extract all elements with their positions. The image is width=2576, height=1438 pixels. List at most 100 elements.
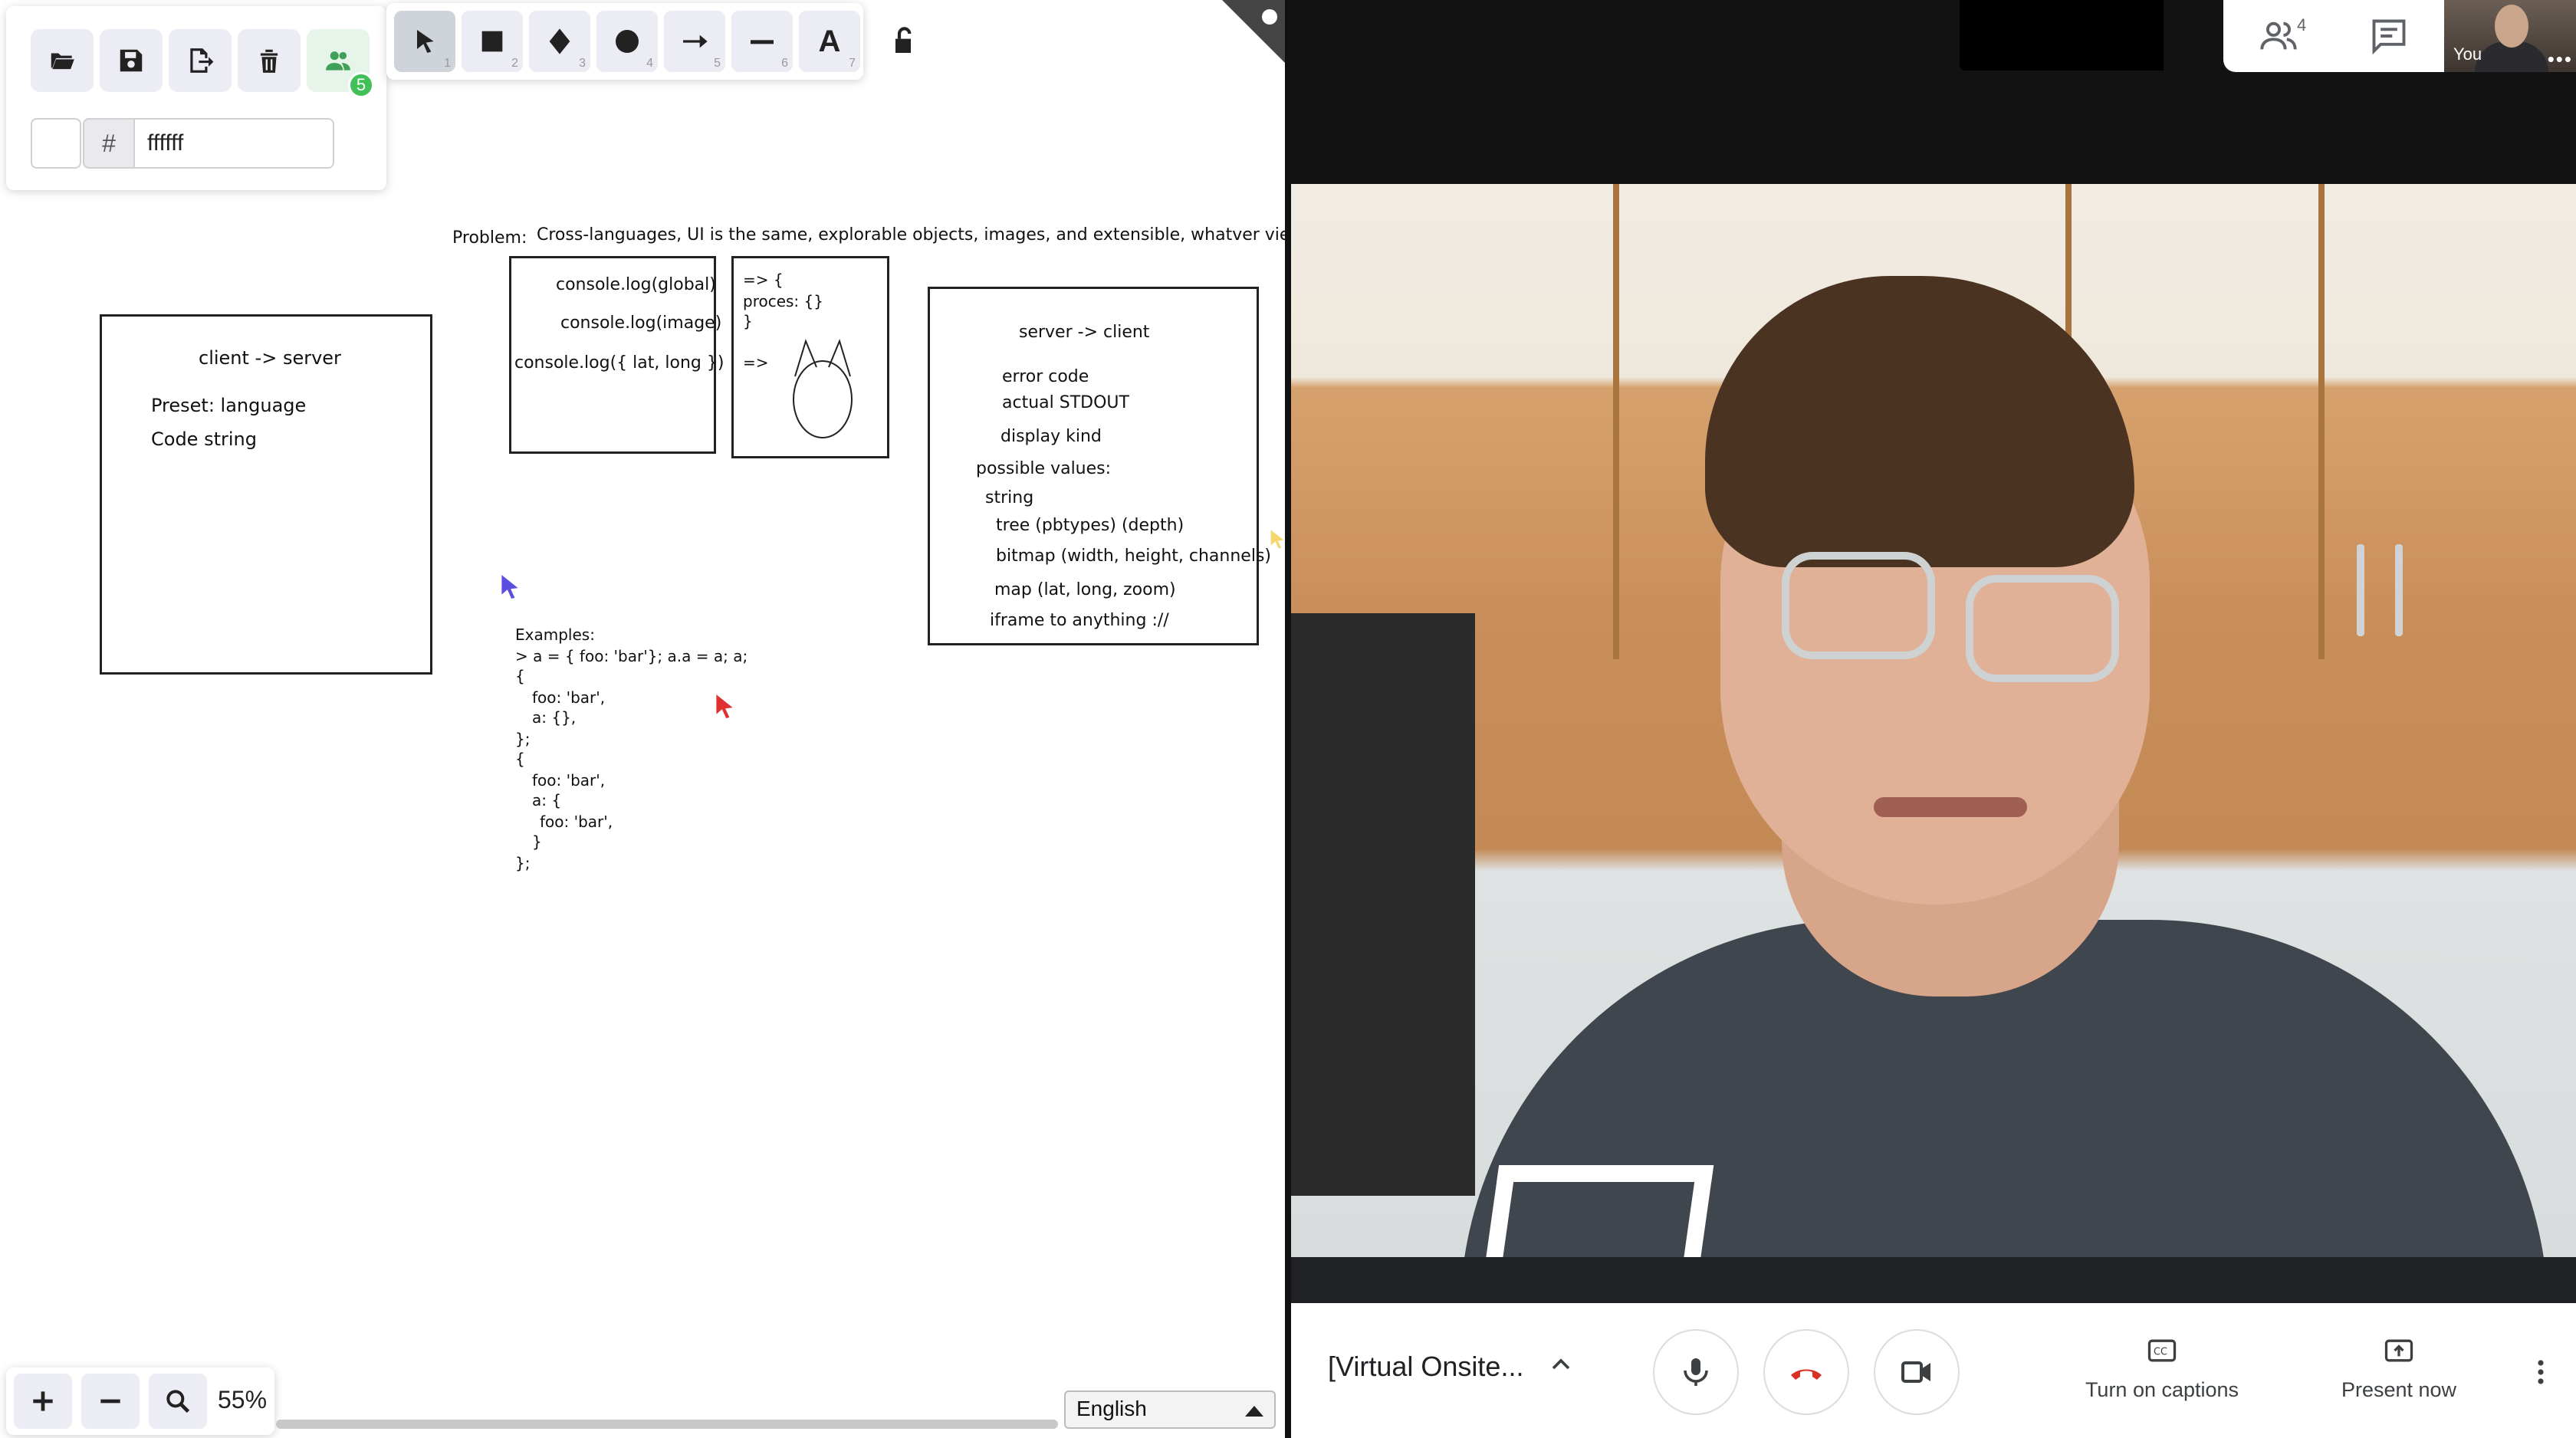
chat-button[interactable]: [2334, 0, 2444, 72]
rectangle-tool[interactable]: 2: [462, 11, 523, 72]
self-view-face: [2495, 5, 2528, 48]
horizontal-scrollbar[interactable]: [276, 1420, 1058, 1429]
glasses-lens: [1782, 552, 1935, 659]
video-call-window: 4 You ••• [Virtual Onsite... CC Turn on …: [1291, 0, 2576, 1438]
console-examples-box[interactable]: console.log(global) console.log(image) c…: [509, 256, 724, 454]
box-line: map (lat, long, zoom): [994, 580, 1176, 599]
top-bar: 4 You •••: [1291, 0, 2576, 184]
cabinet-handle: [2357, 544, 2364, 636]
shortcut-key: 1: [444, 57, 451, 70]
video-camera-icon: [1901, 1361, 1930, 1383]
example-line: a: {: [532, 791, 562, 809]
reset-zoom-button[interactable]: [149, 1374, 207, 1429]
minus-icon: [100, 1399, 120, 1404]
whiteboard[interactable]: 5 # 1 2 3 4 5 6 A: [0, 0, 1285, 1438]
text-tool-glyph: A: [818, 24, 841, 58]
camera-button[interactable]: [1874, 1329, 1960, 1415]
plus-icon: [33, 1391, 53, 1411]
arrow-tool[interactable]: 5: [664, 11, 725, 72]
background-color-hex-input[interactable]: [133, 118, 334, 169]
box-line: error code: [1002, 367, 1089, 386]
text-tool[interactable]: A 7: [799, 11, 860, 72]
diamond-tool[interactable]: 3: [529, 11, 590, 72]
open-file-button[interactable]: [31, 29, 94, 92]
language-selected-value: English: [1076, 1397, 1147, 1420]
appliance-shape: [1291, 613, 1475, 1196]
shortcut-key: 2: [511, 57, 518, 70]
server-to-client-box[interactable]: server -> client error code actual STDOU…: [928, 287, 1271, 645]
problem-text: Cross-languages, UI is the same, explora…: [537, 225, 1285, 245]
background-color-swatch[interactable]: [31, 118, 81, 169]
cabinet-handle: [2395, 544, 2403, 636]
collaborate-button[interactable]: 5: [307, 29, 374, 98]
save-button[interactable]: [100, 29, 163, 92]
shortcut-key: 3: [579, 57, 586, 70]
shortcut-key: 4: [646, 57, 653, 70]
svg-text:CC: CC: [2154, 1347, 2167, 1358]
example-line: }: [532, 832, 542, 851]
export-button[interactable]: [169, 29, 232, 92]
box-line: Code string: [151, 428, 257, 450]
shirt-logo: [1481, 1165, 1714, 1257]
example-line: foo: 'bar',: [532, 688, 606, 707]
lock-tool-button[interactable]: [880, 18, 926, 64]
microphone-button[interactable]: [1653, 1329, 1739, 1415]
diamond-icon: [549, 28, 570, 54]
meeting-title[interactable]: [Virtual Onsite...: [1328, 1351, 1523, 1383]
box-title: server -> client: [1019, 323, 1150, 342]
box-line: }: [743, 312, 753, 330]
box-line: =>: [743, 353, 769, 372]
zoom-in-button[interactable]: [14, 1374, 72, 1429]
shortcut-key: 5: [714, 57, 721, 70]
presenter-tile: [1960, 0, 2164, 71]
clear-canvas-button[interactable]: [238, 29, 301, 92]
example-line: };: [515, 854, 531, 872]
box-line: => {: [743, 271, 784, 289]
collaborator-count-badge: 5: [348, 72, 374, 98]
rectangle-icon: [481, 31, 503, 52]
show-participants-button[interactable]: 4: [2223, 0, 2334, 72]
arrow-right-icon: [683, 34, 708, 48]
captions-label: Turn on captions: [2085, 1378, 2239, 1401]
shape-tools-panel: 1 2 3 4 5 6 A 7: [386, 3, 863, 80]
trash-icon: [260, 49, 278, 73]
box-line: console.log(global): [556, 275, 716, 294]
cursor-arrow-icon: [417, 30, 434, 53]
people-icon: [326, 51, 350, 71]
selection-tool[interactable]: 1: [394, 11, 455, 72]
client-to-server-box[interactable]: client -> server Preset: language Code s…: [100, 314, 432, 675]
example-line: {: [515, 667, 525, 685]
cabinet-seam: [1613, 184, 1619, 659]
zoom-out-button[interactable]: [81, 1374, 140, 1429]
hang-up-button[interactable]: [1763, 1329, 1849, 1415]
ellipse-tool[interactable]: 4: [596, 11, 658, 72]
cat-sketch-icon: [793, 339, 853, 438]
example-line: Examples:: [515, 625, 595, 644]
participant-count: 4: [2297, 15, 2307, 34]
console-output-box[interactable]: => { proces: {} } =>: [731, 256, 889, 458]
microphone-icon: [1684, 1358, 1708, 1386]
collaborator-cursor-icon: [716, 694, 733, 718]
example-line: };: [515, 730, 531, 748]
self-view-more-icon[interactable]: •••: [2548, 48, 2573, 71]
collaborator-cursor-icon: [1270, 530, 1284, 549]
example-line: foo: 'bar',: [540, 813, 613, 831]
more-options-button[interactable]: [2525, 1349, 2556, 1395]
file-menu-panel: 5 #: [6, 6, 386, 190]
chevron-up-icon[interactable]: [1546, 1349, 1576, 1380]
line-icon: [751, 40, 774, 44]
self-view-tile[interactable]: You •••: [2444, 0, 2576, 72]
ellipse-icon: [616, 30, 639, 53]
captions-button[interactable]: CC Turn on captions: [2047, 1334, 2277, 1402]
export-icon: [190, 48, 214, 73]
shortcut-key: 7: [849, 57, 856, 70]
box-line: console.log({ lat, long }): [514, 353, 724, 373]
magnifier-reset-icon: [166, 1390, 190, 1413]
box-line: bitmap (width, height, channels): [996, 547, 1271, 566]
github-corner-icon[interactable]: [1222, 0, 1285, 63]
language-select[interactable]: English: [1064, 1390, 1276, 1429]
present-now-button[interactable]: Present now: [2311, 1334, 2487, 1402]
chat-icon: [2372, 19, 2406, 55]
line-tool[interactable]: 6: [731, 11, 793, 72]
split-divider: [1285, 0, 1291, 1438]
